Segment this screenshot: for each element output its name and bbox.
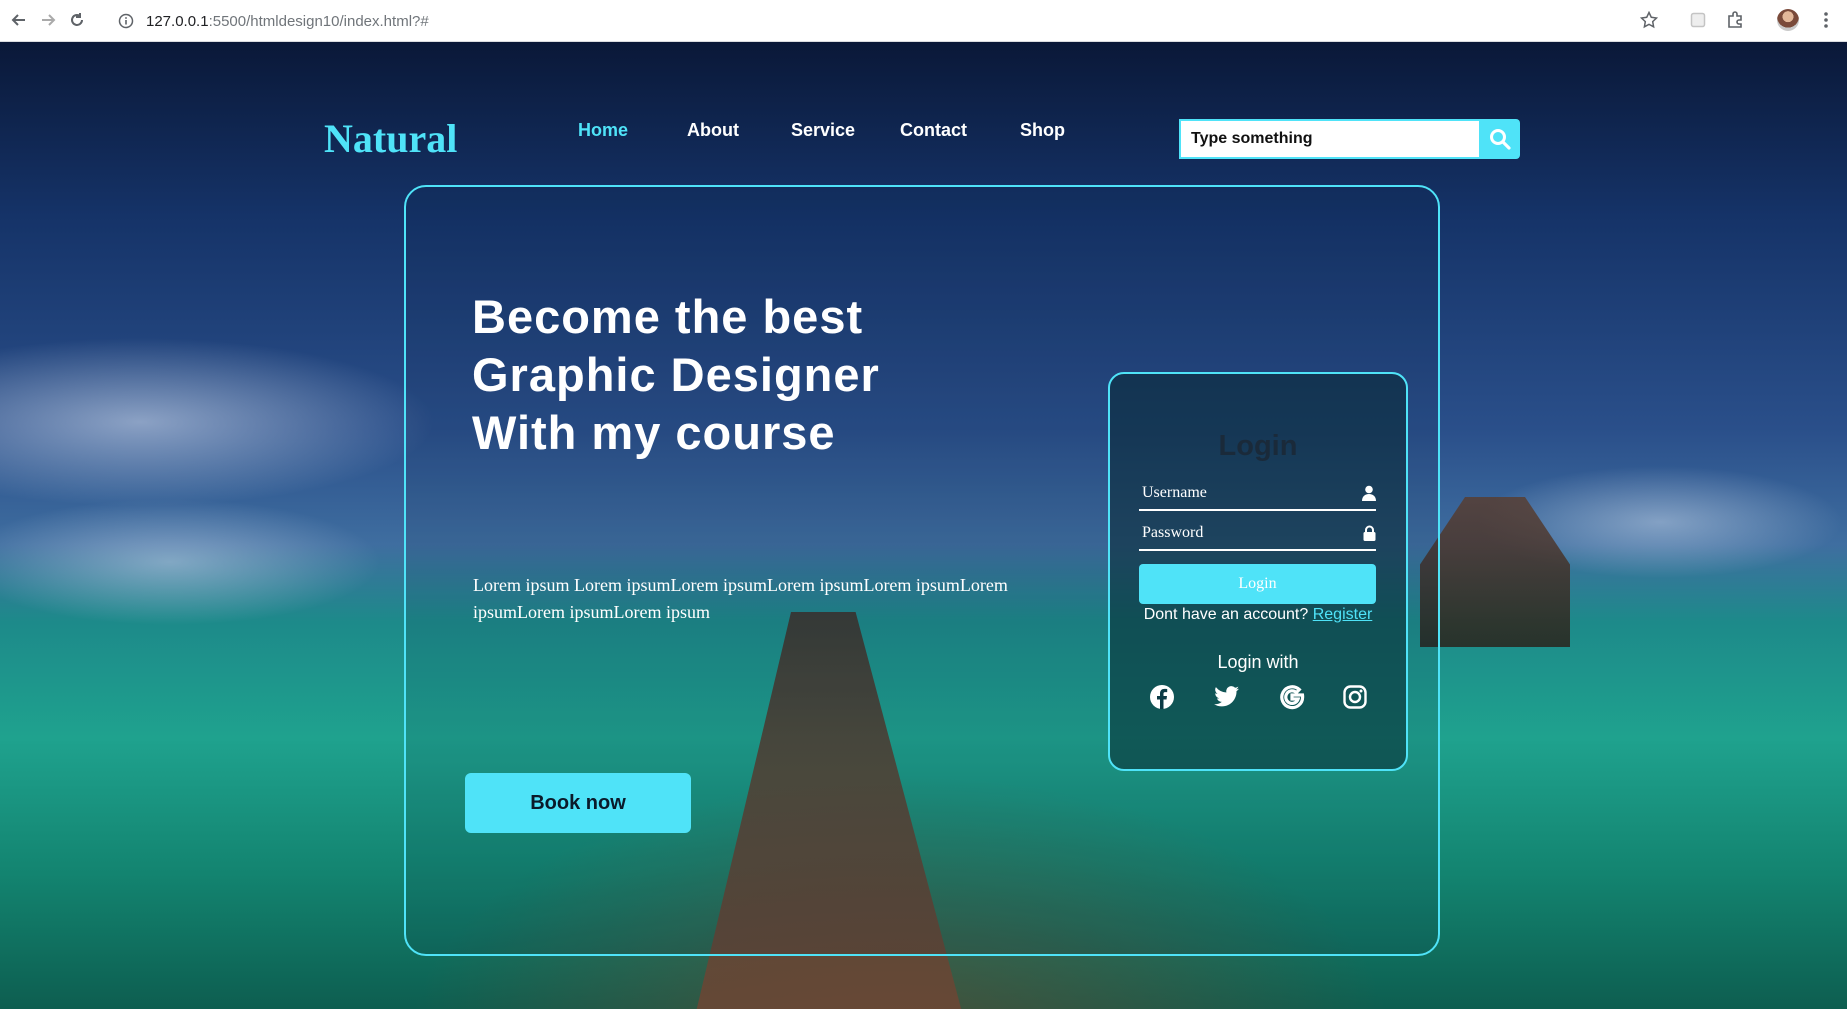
profile-avatar[interactable] (1777, 9, 1799, 31)
login-with-label: Login with (1217, 652, 1299, 672)
login-submit-button[interactable]: Login (1139, 564, 1376, 604)
password-input[interactable] (1139, 524, 1339, 542)
register-prompt: Dont have an account? Register (1108, 606, 1408, 624)
headline-line-2: Graphic Designer (472, 348, 880, 401)
url-host: 127.0.0.1 (146, 12, 209, 30)
puzzle-icon[interactable] (1724, 9, 1746, 31)
search-icon (1489, 129, 1511, 150)
username-input[interactable] (1139, 484, 1339, 502)
username-field (1139, 477, 1376, 511)
user-icon (1362, 485, 1376, 501)
hero-lead-text: Lorem ipsum Lorem ipsumLorem ipsumLorem … (473, 575, 1008, 622)
nav-home[interactable]: Home (578, 120, 628, 141)
register-link[interactable]: Register (1313, 606, 1373, 623)
back-arrow-icon[interactable] (8, 9, 30, 31)
twitter-icon[interactable] (1213, 683, 1241, 711)
search-field (1179, 119, 1481, 159)
bookmark-star-icon[interactable] (1638, 9, 1660, 31)
book-now-button[interactable]: Book now (465, 773, 691, 833)
search-button[interactable] (1479, 119, 1520, 159)
browser-toolbar: 127.0.0.1:5500/htmldesign10/index.html?# (0, 0, 1847, 42)
forward-arrow-icon[interactable] (37, 9, 59, 31)
no-account-text: Dont have an account? (1143, 606, 1309, 623)
headline-line-1: Become the best (472, 290, 864, 343)
headline-line-3: With my course (472, 406, 836, 459)
site-logo[interactable]: Natural (324, 115, 457, 162)
extension-icon[interactable] (1687, 9, 1709, 31)
password-field (1139, 517, 1376, 551)
nav-shop[interactable]: Shop (1020, 120, 1065, 141)
reload-icon[interactable] (66, 9, 88, 31)
nav-contact[interactable]: Contact (900, 120, 967, 141)
facebook-icon[interactable] (1148, 683, 1176, 711)
url-path: :5500/htmldesign10/index.html?# (208, 12, 429, 30)
search-input[interactable] (1191, 130, 1479, 148)
site-info-icon[interactable] (118, 13, 134, 29)
more-menu-icon[interactable] (1815, 9, 1837, 31)
hero-headline: Become the best Graphic Designer With my… (472, 288, 1072, 462)
google-icon[interactable] (1278, 683, 1306, 711)
instagram-icon[interactable] (1341, 683, 1369, 711)
nav-about[interactable]: About (687, 120, 739, 141)
nav-service[interactable]: Service (791, 120, 855, 141)
water-hut-shape (1420, 497, 1570, 647)
lock-icon (1363, 525, 1376, 541)
login-title: Login (1218, 430, 1298, 462)
address-bar[interactable]: 127.0.0.1:5500/htmldesign10/index.html?# (118, 6, 1678, 36)
